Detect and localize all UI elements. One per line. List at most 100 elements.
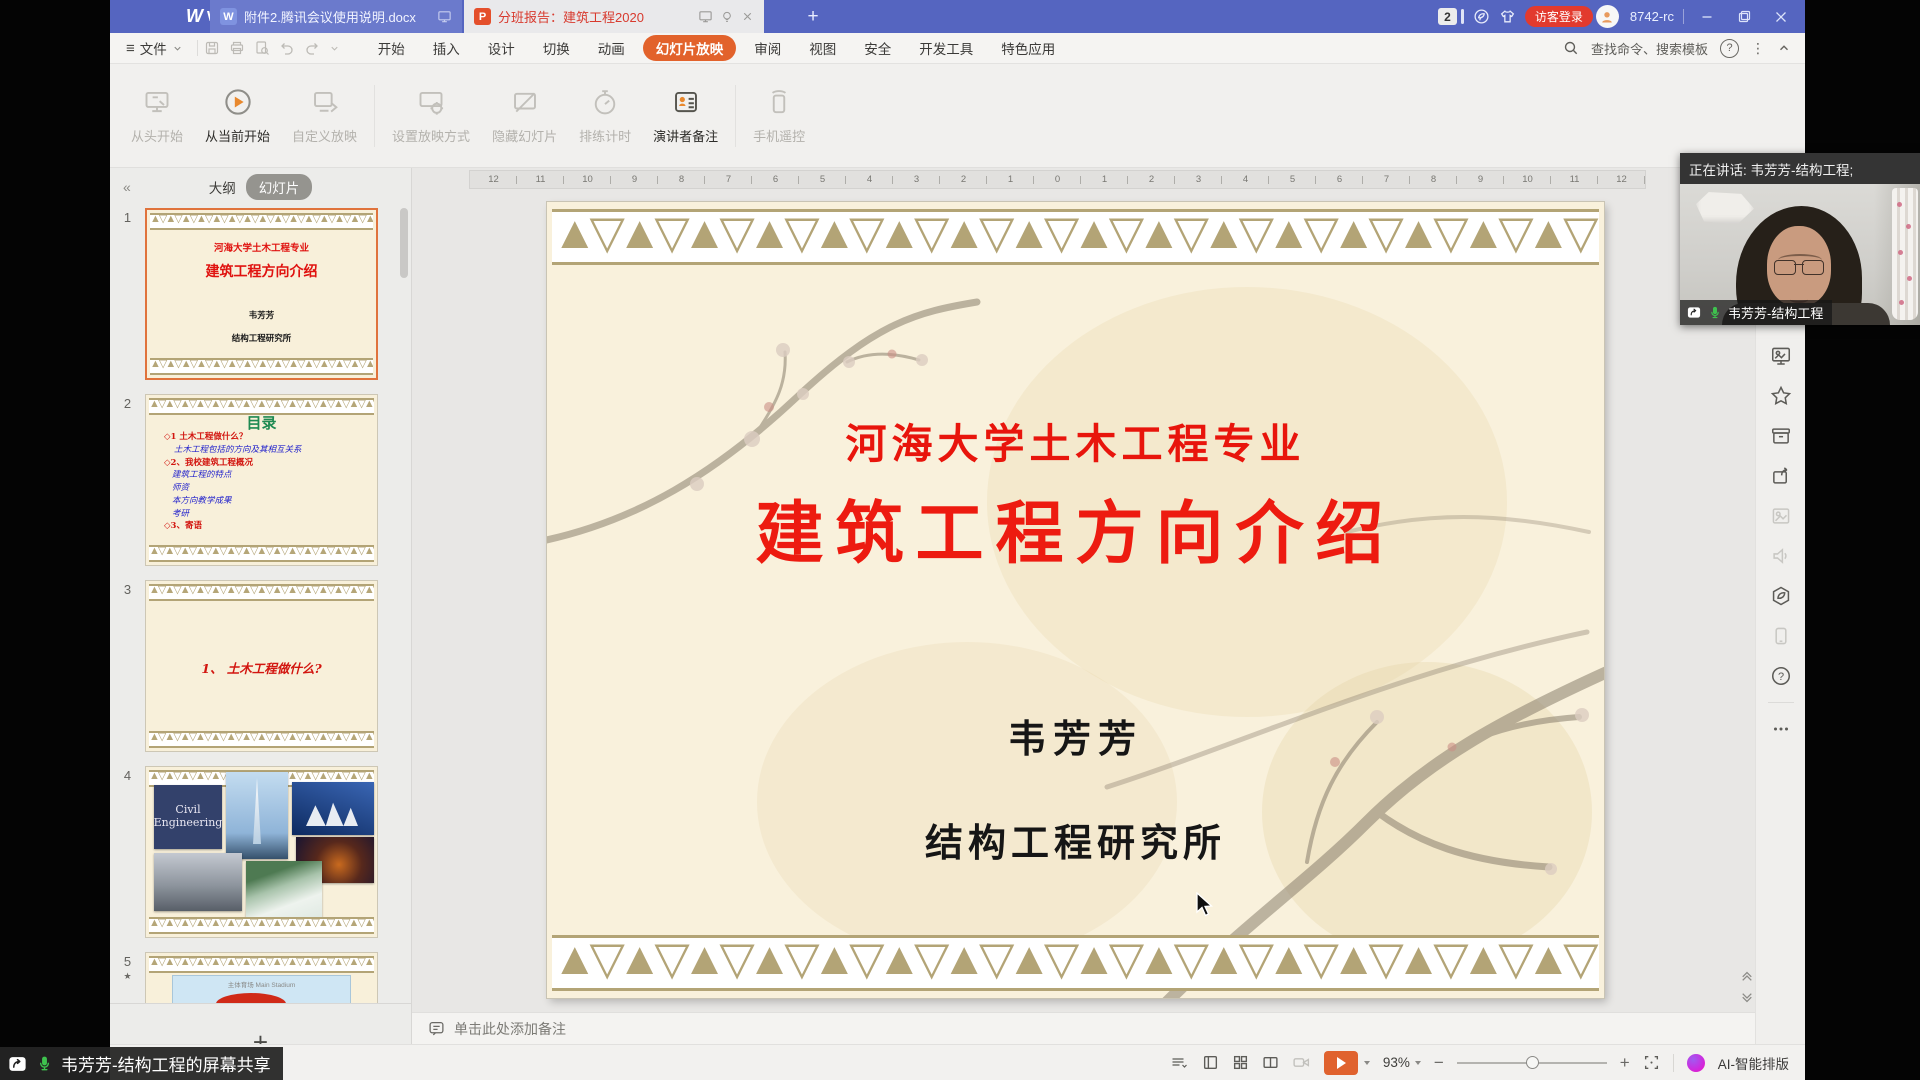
ribbon-divider xyxy=(374,85,375,147)
slide-thumbnail-2[interactable]: ▲▽▲▽▲▽▲▽▲▽▲▽▲▽▲▽▲▽▲▽▲▽▲▽▲▽▲▽▲▽▲▽▲▽▲▽▲▽▲▽… xyxy=(145,394,378,566)
tab-slides[interactable]: 幻灯片 xyxy=(246,174,313,200)
more-icon[interactable] xyxy=(1770,709,1792,749)
slide-canvas[interactable]: ▲▽▲▽▲▽▲▽▲▽▲▽▲▽▲▽▲▽▲▽▲▽▲▽▲▽▲▽▲▽▲▽▲▽▲▽▲▽▲▽… xyxy=(547,202,1604,998)
stopwatch-icon xyxy=(591,86,619,118)
play-options-caret-icon[interactable] xyxy=(1364,1061,1370,1065)
slide-thumbnail-1[interactable]: ▲▽▲▽▲▽▲▽▲▽▲▽▲▽▲▽▲▽▲▽▲▽▲▽▲▽▲▽▲▽▲▽▲▽▲▽▲▽▲▽… xyxy=(145,208,378,380)
minimize-button[interactable] xyxy=(1693,0,1721,33)
slide-thumbnail-5[interactable]: ▲▽▲▽▲▽▲▽▲▽▲▽▲▽▲▽▲▽▲▽▲▽▲▽▲▽▲▽▲▽▲▽▲▽▲▽▲▽▲▽… xyxy=(145,952,378,1004)
notes-bar[interactable]: 单击此处添加备注 xyxy=(412,1012,1755,1044)
ruler-tick: 10 xyxy=(1504,171,1551,188)
slide-sorter-icon[interactable] xyxy=(1232,1054,1249,1071)
slide-thumbnail-4[interactable]: ▲▽▲▽▲▽▲▽▲▽▲▽▲▽▲▽▲▽▲▽▲▽▲▽▲▽▲▽▲▽▲▽▲▽▲▽▲▽▲▽… xyxy=(145,766,378,938)
avatar[interactable] xyxy=(1596,5,1619,28)
search-icon[interactable] xyxy=(1563,40,1579,56)
normal-view-icon[interactable] xyxy=(1202,1054,1219,1071)
close-tab-icon[interactable] xyxy=(741,10,754,23)
presentation-tab-active[interactable]: P 分班报告：建筑工程2020 xyxy=(464,0,764,33)
panel-scrollbar[interactable] xyxy=(400,208,408,278)
box-icon[interactable] xyxy=(1770,416,1792,456)
menu-item-5[interactable]: 幻灯片放映 xyxy=(643,35,737,61)
zoom-slider-knob[interactable] xyxy=(1526,1056,1539,1069)
share-icon[interactable] xyxy=(1770,456,1792,496)
close-window-button[interactable] xyxy=(1767,0,1795,33)
print-preview-icon[interactable] xyxy=(254,40,270,56)
notes-bubble-icon xyxy=(428,1020,445,1037)
file-menu-button[interactable]: ≡ 文件 xyxy=(110,38,191,58)
shirt-skin-icon[interactable] xyxy=(1499,8,1516,25)
hamburger-icon: ≡ xyxy=(126,40,135,57)
next-slide-icon[interactable] xyxy=(1740,992,1754,1004)
meeting-video-panel[interactable]: 正在讲话: 韦芳芳-结构工程; 韦芳芳-结构工程 xyxy=(1680,153,1920,325)
menu-item-7[interactable]: 视图 xyxy=(795,38,850,58)
ribbon-button-label: 从头开始 xyxy=(131,126,183,145)
menu-item-6[interactable]: 审阅 xyxy=(740,38,795,58)
ribbon-divider xyxy=(735,85,736,147)
zoom-caret-icon[interactable] xyxy=(1415,1061,1421,1065)
zoom-level[interactable]: 93% xyxy=(1383,1055,1410,1070)
slide-thumbnail-3[interactable]: ▲▽▲▽▲▽▲▽▲▽▲▽▲▽▲▽▲▽▲▽▲▽▲▽▲▽▲▽▲▽▲▽▲▽▲▽▲▽▲▽… xyxy=(145,580,378,752)
slide-number: 4 xyxy=(110,766,145,938)
help-icon[interactable]: ? xyxy=(1770,656,1792,696)
menu-item-2[interactable]: 设计 xyxy=(474,38,529,58)
menu-item-3[interactable]: 切换 xyxy=(529,38,584,58)
collapse-panel-button[interactable]: « xyxy=(123,179,131,195)
guest-login-button[interactable]: 访客登录 xyxy=(1525,6,1593,27)
kebab-menu-icon[interactable]: ⋮ xyxy=(1751,40,1765,57)
ruler-tick: 2 xyxy=(940,171,987,188)
thumb-border-bottom: ▲▽▲▽▲▽▲▽▲▽▲▽▲▽▲▽▲▽▲▽▲▽▲▽▲▽▲▽▲▽▲▽▲▽▲▽▲▽▲▽… xyxy=(149,731,374,748)
sidebar-divider xyxy=(1768,702,1794,703)
menu-item-0[interactable]: 开始 xyxy=(364,38,419,58)
thumb-toc-item: 考研 xyxy=(164,508,371,521)
help-icon[interactable]: ? xyxy=(1720,39,1739,58)
record-icon[interactable] xyxy=(1292,1054,1311,1071)
play-slideshow-button[interactable] xyxy=(1324,1051,1358,1075)
message-count-badge[interactable]: 2 xyxy=(1438,8,1457,25)
leaf-activity-icon[interactable] xyxy=(1473,8,1490,25)
zoom-slider[interactable] xyxy=(1457,1056,1607,1070)
menu-item-1[interactable]: 插入 xyxy=(419,38,474,58)
slide-author: 韦芳芳 xyxy=(547,708,1604,763)
undo-icon[interactable] xyxy=(279,40,295,56)
slide-nav-buttons[interactable] xyxy=(1740,970,1754,1004)
thumbnail-row: 3▲▽▲▽▲▽▲▽▲▽▲▽▲▽▲▽▲▽▲▽▲▽▲▽▲▽▲▽▲▽▲▽▲▽▲▽▲▽▲… xyxy=(110,580,411,752)
notes-toggle-icon[interactable] xyxy=(1170,1055,1189,1071)
command-search-input[interactable]: 查找命令、搜索模板 xyxy=(1591,39,1708,58)
menu-item-4[interactable]: 动画 xyxy=(584,38,639,58)
menu-item-9[interactable]: 开发工具 xyxy=(905,38,987,58)
ribbon-button-label: 演讲者备注 xyxy=(653,126,718,145)
ribbon-play-circle-button[interactable]: 从当前开始 xyxy=(194,73,281,159)
collapse-ribbon-icon[interactable] xyxy=(1777,41,1791,55)
toolbar-dropdown-icon[interactable] xyxy=(329,43,340,54)
webcam-video[interactable]: 韦芳芳-结构工程 xyxy=(1680,184,1920,325)
new-tab-button[interactable]: + xyxy=(798,0,828,33)
picture-icon xyxy=(1770,496,1792,536)
thumb-toc-item: ◇1 土木工程做什么？ xyxy=(164,431,371,444)
reading-view-icon[interactable] xyxy=(1262,1054,1279,1071)
ruler-tick: 10 xyxy=(564,171,611,188)
statusbar-divider xyxy=(1673,1054,1674,1072)
ruler-tick: 0 xyxy=(1034,171,1081,188)
menu-item-8[interactable]: 安全 xyxy=(850,38,905,58)
menu-item-10[interactable]: 特色应用 xyxy=(987,38,1069,58)
notes-placeholder: 单击此处添加备注 xyxy=(454,1019,566,1039)
print-icon[interactable] xyxy=(229,40,245,56)
file-menu-label: 文件 xyxy=(140,38,167,58)
document-tab-docx[interactable]: W 附件2.腾讯会议使用说明.docx xyxy=(210,0,462,33)
ribbon-presenter-notes-button[interactable]: 演讲者备注 xyxy=(642,73,729,159)
restore-button[interactable] xyxy=(1730,0,1758,33)
tab-outline[interactable]: 大纲 xyxy=(209,177,236,197)
settings-show-icon xyxy=(417,86,445,118)
star-icon[interactable] xyxy=(1770,376,1792,416)
previous-slide-icon[interactable] xyxy=(1740,970,1754,982)
redo-icon[interactable] xyxy=(304,40,320,56)
fit-slide-icon[interactable] xyxy=(1643,1054,1660,1071)
zoom-in-button[interactable]: + xyxy=(1620,1054,1630,1071)
thumb-toc-item: 本方向教学成果 xyxy=(164,495,371,508)
zoom-out-button[interactable]: − xyxy=(1434,1054,1444,1071)
meeting-room-id: 8742-rc xyxy=(1630,9,1674,24)
leaf-icon[interactable] xyxy=(1770,576,1792,616)
slideshow-icon[interactable] xyxy=(1770,336,1792,376)
ai-layout-button[interactable]: AI-智能排版 xyxy=(1718,1053,1789,1073)
save-icon[interactable] xyxy=(204,40,220,56)
